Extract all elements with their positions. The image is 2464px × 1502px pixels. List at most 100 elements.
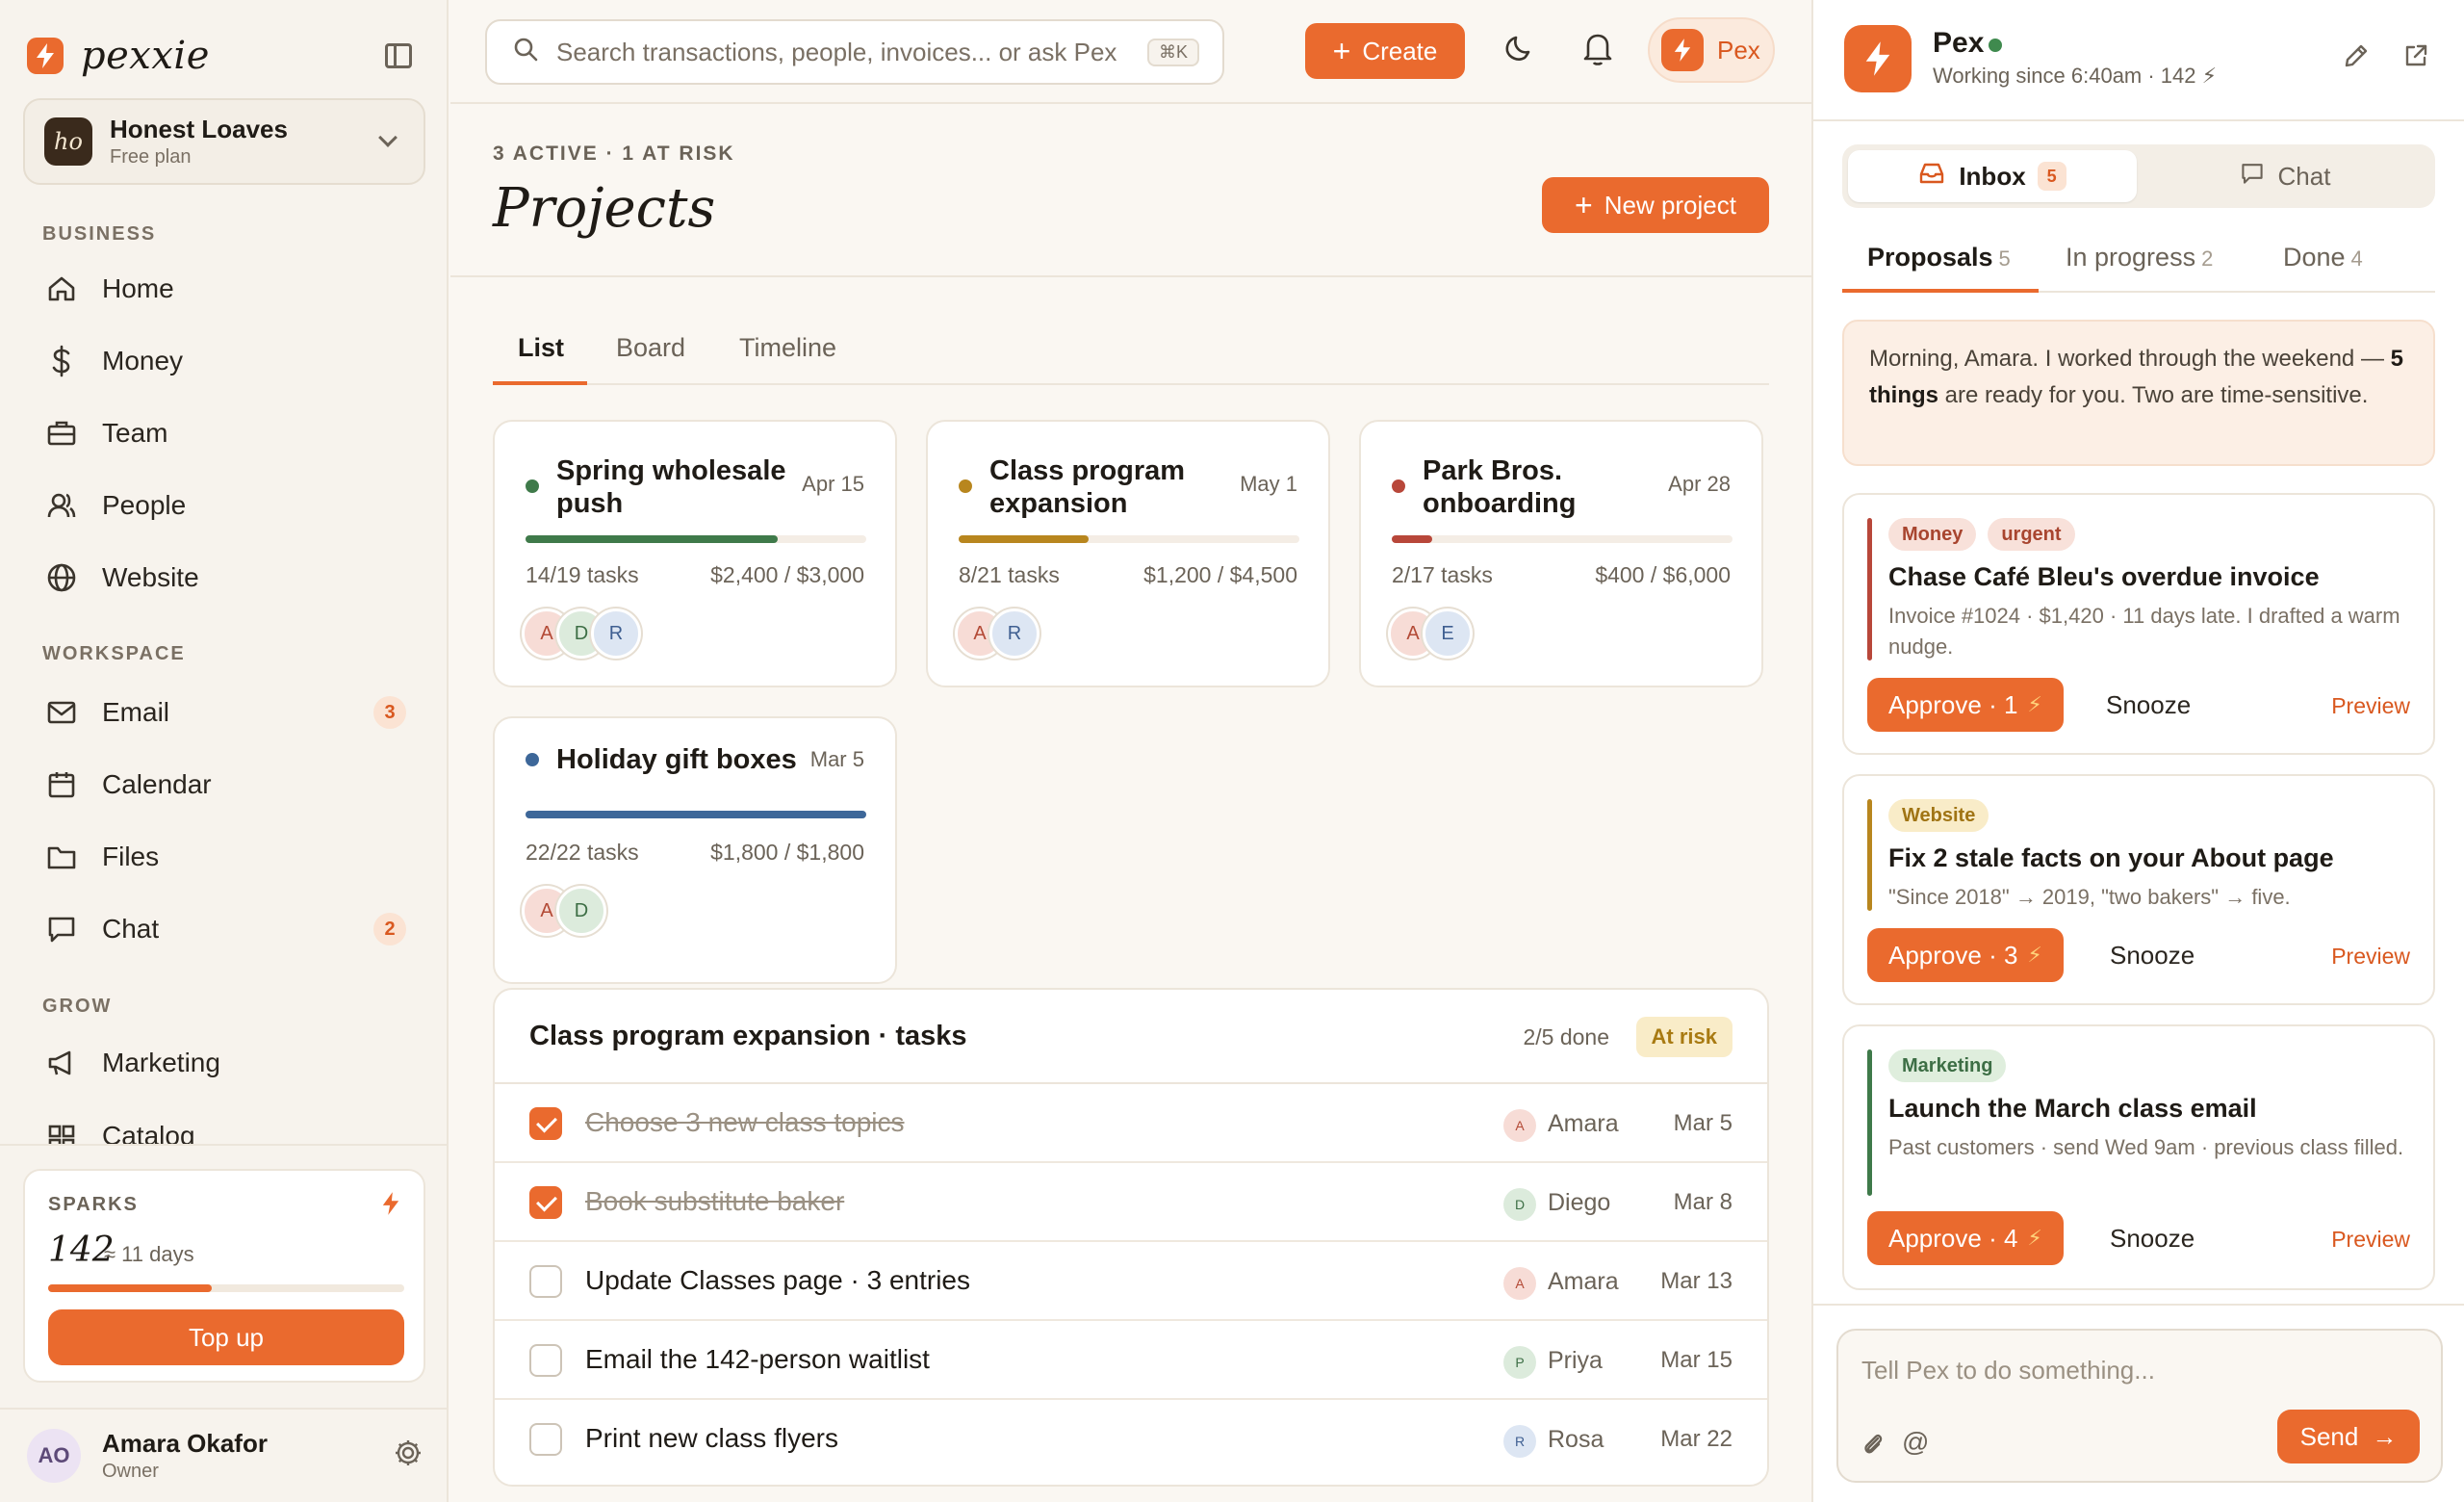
people-icon <box>44 488 79 523</box>
calendar-icon <box>44 767 79 802</box>
project-card[interactable]: Spring wholesale push Apr 15 14/19 tasks… <box>493 420 897 687</box>
status-dot <box>1392 479 1405 493</box>
sidebar-item-people[interactable]: People <box>23 475 425 536</box>
sidebar-item-email[interactable]: Email 3 <box>23 682 425 743</box>
preview-link[interactable]: Preview <box>2331 693 2410 719</box>
preview-link[interactable]: Preview <box>2331 944 2410 970</box>
task-checkbox[interactable] <box>529 1107 562 1140</box>
sidebar-item-files[interactable]: Files <box>23 826 425 888</box>
approve-button[interactable]: Approve · 4 ⚡ <box>1867 1211 2064 1265</box>
globe-icon <box>44 560 79 595</box>
task-checkbox[interactable] <box>529 1344 562 1377</box>
sparks-label: SPARKS <box>48 1194 139 1215</box>
sidebar-item-catalog[interactable]: Catalog <box>23 1105 425 1144</box>
snooze-button[interactable]: Snooze <box>2110 1224 2194 1254</box>
greeting-text: are ready for you. Two are time-sensitiv… <box>1938 382 2369 408</box>
table-row[interactable]: Email the 142-person waitlist P Priya Ma… <box>495 1321 1767 1400</box>
org-name: Honest Loaves <box>110 115 288 143</box>
email-count-badge: 3 <box>373 696 406 729</box>
sidebar-item-money[interactable]: Money <box>23 330 425 392</box>
table-row[interactable]: Print new class flyers R Rosa Mar 22 <box>495 1400 1767 1479</box>
search-input[interactable]: Search transactions, people, invoices...… <box>485 19 1224 85</box>
task-label: Update Classes page · 3 entries <box>585 1265 970 1295</box>
table-row[interactable]: Update Classes page · 3 entries A Amara … <box>495 1242 1767 1321</box>
tab-board[interactable]: Board <box>616 333 685 363</box>
bolt-icon: ⚡ <box>2027 1226 2042 1250</box>
sidebar-item-home[interactable]: Home <box>23 258 425 320</box>
chat-label: Chat <box>2277 161 2331 191</box>
message-input[interactable]: Tell Pex to do something... <box>1861 1356 2155 1385</box>
sidebar-item-chat[interactable]: Chat 2 <box>23 898 425 960</box>
proposal-card[interactable]: Marketing Launch the March class email P… <box>1842 1024 2435 1290</box>
project-card[interactable]: Holiday gift boxes Mar 5 22/22 tasks $1,… <box>493 716 897 984</box>
proposal-description: "Since 2018" → 2019, "two bakers" → five… <box>1888 885 2291 909</box>
task-checkbox[interactable] <box>529 1265 562 1298</box>
task-assignee: Amara <box>1548 1268 1619 1295</box>
approve-button[interactable]: Approve · 1 ⚡ <box>1867 678 2064 732</box>
sidebar-item-label: Calendar <box>102 769 212 799</box>
sidebar-item-team[interactable]: Team <box>23 402 425 464</box>
avatar: D <box>1503 1188 1536 1221</box>
pencil-icon[interactable] <box>2343 42 2370 76</box>
create-button[interactable]: + Create <box>1305 23 1465 79</box>
external-link-icon[interactable] <box>2402 42 2429 76</box>
project-card[interactable]: Class program expansion May 1 8/21 tasks… <box>926 420 1330 687</box>
task-due-date: Mar 5 <box>1673 1110 1732 1136</box>
snooze-button[interactable]: Snooze <box>2110 941 2194 971</box>
tasks-done-count: 2/5 done <box>1523 1024 1609 1049</box>
org-avatar: ho <box>44 117 92 166</box>
table-row[interactable]: Choose 3 new class topics A Amara Mar 5 <box>495 1084 1767 1163</box>
org-switcher[interactable]: ho Honest Loaves Free plan <box>23 98 425 185</box>
proposal-card[interactable]: Money urgent Chase Café Bleu's overdue i… <box>1842 493 2435 755</box>
approve-button[interactable]: Approve · 3 ⚡ <box>1867 928 2064 982</box>
snooze-button[interactable]: Snooze <box>2106 690 2191 720</box>
gear-icon[interactable] <box>393 1437 424 1475</box>
tab-list[interactable]: List <box>518 333 564 363</box>
sidebar-toggle-icon[interactable] <box>385 43 412 68</box>
mention-icon[interactable]: @ <box>1902 1427 1929 1458</box>
moon-icon[interactable] <box>1502 31 1536 72</box>
tab-chat[interactable]: Chat <box>2141 150 2429 202</box>
project-budget: $1,200 / $4,500 <box>1143 562 1297 587</box>
pex-composer: Tell Pex to do something... @ Send → <box>1836 1329 2443 1483</box>
section-workspace: WORKSPACE <box>42 643 186 664</box>
project-title: Park Bros. onboarding <box>1423 455 1577 519</box>
proposal-tags: Website <box>1888 799 2000 832</box>
project-task-count: 8/21 tasks <box>959 562 1060 587</box>
tab-proposals[interactable]: Proposals 5 <box>1867 243 2011 272</box>
tab-label: In progress <box>2066 243 2196 272</box>
paperclip-icon[interactable] <box>1861 1431 1885 1464</box>
tab-inbox[interactable]: Inbox 5 <box>1848 150 2137 202</box>
task-checkbox[interactable] <box>529 1423 562 1456</box>
project-due-date: Mar 5 <box>809 747 864 771</box>
sidebar-item-label: Marketing <box>102 1048 220 1077</box>
chevron-down-icon <box>378 128 398 147</box>
tab-timeline[interactable]: Timeline <box>739 333 836 363</box>
tab-label: Proposals <box>1867 243 1993 272</box>
new-project-button[interactable]: + New project <box>1542 177 1769 233</box>
bell-icon[interactable] <box>1580 29 1615 74</box>
mail-icon <box>44 695 79 730</box>
tab-in-progress[interactable]: In progress 2 <box>2066 243 2213 272</box>
proposal-card[interactable]: Website Fix 2 stale facts on your About … <box>1842 774 2435 1005</box>
tab-done[interactable]: Done 4 <box>2283 243 2363 272</box>
bolt-icon: ⚡ <box>2027 692 2042 716</box>
table-row[interactable]: Book substitute baker D Diego Mar 8 <box>495 1163 1767 1242</box>
project-card[interactable]: Park Bros. onboarding Apr 28 2/17 tasks … <box>1359 420 1763 687</box>
task-checkbox[interactable] <box>529 1186 562 1219</box>
user-profile[interactable]: AO Amara Okafor Owner <box>0 1408 449 1502</box>
pex-assistant-button[interactable]: Pex <box>1648 17 1775 83</box>
folder-icon <box>44 840 79 874</box>
task-label: Email the 142-person waitlist <box>585 1344 930 1374</box>
send-button[interactable]: Send → <box>2277 1410 2420 1463</box>
sidebar-item-calendar[interactable]: Calendar <box>23 754 425 816</box>
sidebar-item-website[interactable]: Website <box>23 547 425 609</box>
sidebar-item-marketing[interactable]: Marketing <box>23 1032 425 1094</box>
preview-link[interactable]: Preview <box>2331 1227 2410 1253</box>
inbox-icon <box>1918 162 1945 192</box>
task-assignee: Diego <box>1548 1189 1611 1216</box>
task-due-date: Mar 8 <box>1673 1189 1732 1215</box>
avatar: P <box>1503 1346 1536 1379</box>
top-up-button[interactable]: Top up <box>48 1309 404 1365</box>
header-divider <box>450 275 1811 277</box>
